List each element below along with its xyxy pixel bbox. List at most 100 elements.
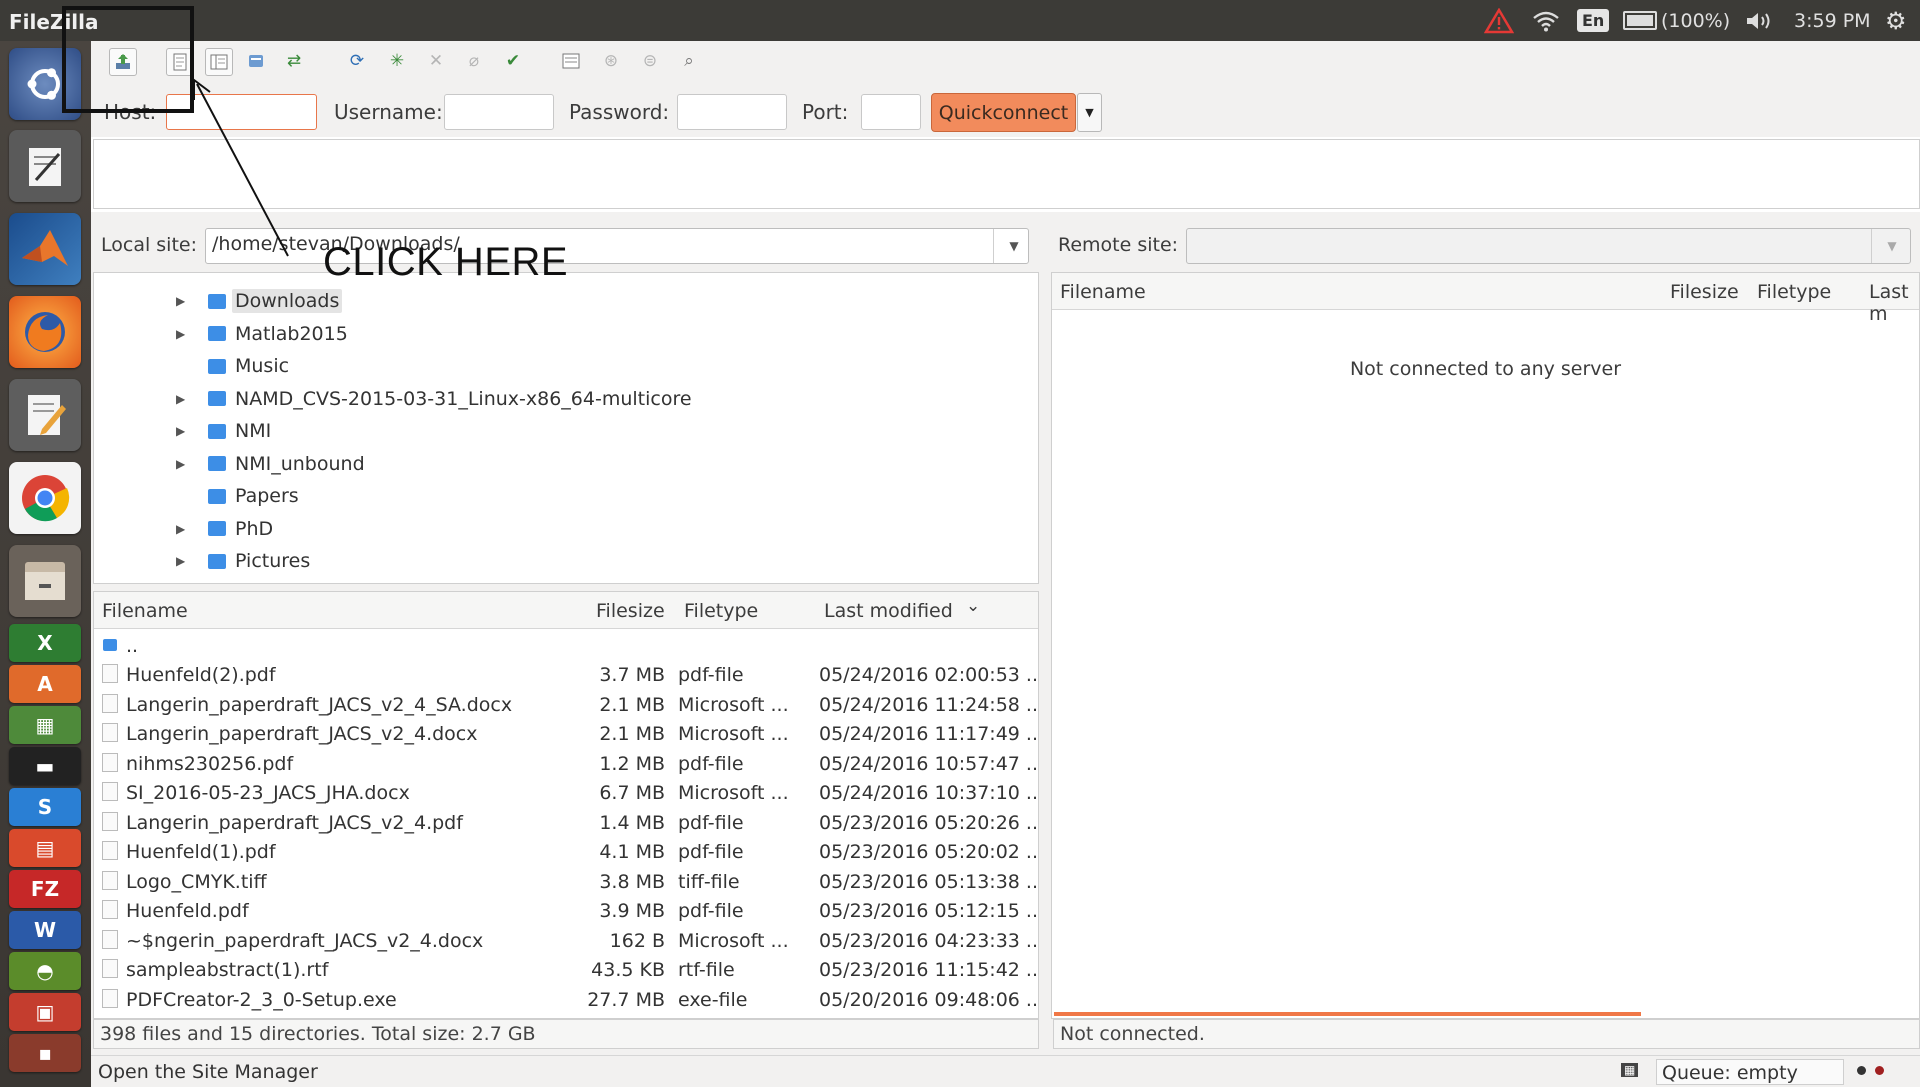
file-type: Microsoft ...: [678, 693, 789, 716]
column-filesize[interactable]: Filesize: [596, 600, 665, 622]
file-type: exe-file: [678, 988, 748, 1011]
speed-limit-icon[interactable]: ▦: [1621, 1063, 1639, 1077]
firefox-icon[interactable]: [9, 296, 81, 368]
disconnect-icon[interactable]: ⌀: [461, 48, 487, 74]
username-input[interactable]: [444, 94, 554, 130]
warning-icon[interactable]: [1484, 0, 1514, 41]
clock[interactable]: 3:59 PM: [1794, 0, 1871, 41]
remote-tree-toggle-icon[interactable]: [243, 48, 269, 74]
wifi-icon[interactable]: [1532, 0, 1560, 41]
file-icon: [102, 723, 118, 742]
process-queue-icon[interactable]: ✳: [384, 48, 410, 74]
file-row[interactable]: Langerin_paperdraft_JACS_v2_4.pdf 1.4 MB p…: [94, 809, 1038, 838]
word-icon[interactable]: W: [9, 911, 81, 949]
volume-icon[interactable]: [1745, 0, 1775, 41]
file-name: SI_2016-05-23_JACS_JHA.docx: [126, 782, 410, 804]
local-file-list[interactable]: Filename Filesize Filetype Last modified…: [93, 591, 1039, 1019]
expand-arrow-icon[interactable]: ▶: [176, 522, 185, 536]
sync-browsing-icon[interactable]: ⊛: [598, 48, 624, 74]
file-row[interactable]: Huenfeld.pdf 3.9 MB pdf-file 05/23/2016 05:…: [94, 897, 1038, 926]
transfer-queue-toggle-icon[interactable]: ⇄: [281, 48, 307, 74]
column-filename[interactable]: Filename: [102, 600, 188, 622]
column-last-modified[interactable]: Last modified: [824, 600, 953, 622]
file-row[interactable]: Langerin_paperdraft_JACS_v2_4_SA.docx 2.1…: [94, 691, 1038, 720]
file-row[interactable]: Huenfeld(1).pdf 4.1 MB pdf-file 05/23/2016 …: [94, 838, 1038, 867]
column-filename[interactable]: Filename: [1060, 281, 1146, 303]
gedit-icon[interactable]: [9, 379, 81, 451]
parent-dir-row[interactable]: ..: [94, 632, 1038, 661]
battery-indicator[interactable]: (100%): [1623, 0, 1730, 41]
matlab-icon[interactable]: [9, 213, 81, 285]
quickconnect-history-dropdown[interactable]: ▼: [1077, 93, 1102, 132]
file-modified: 05/24/2016 11:24:58 ...: [819, 693, 1039, 716]
remote-path-dropdown[interactable]: ▼: [1871, 229, 1912, 263]
search-remote-icon[interactable]: ⌕: [676, 48, 702, 74]
quickconnect-button[interactable]: Quickconnect: [931, 93, 1076, 132]
file-type: pdf-file: [678, 900, 744, 922]
refresh-icon[interactable]: ⟳: [344, 48, 370, 74]
excel-icon[interactable]: X: [9, 624, 81, 662]
file-row[interactable]: SI_2016-05-23_JACS_JHA.docx 6.7 MB Microso…: [94, 779, 1038, 808]
chrome-icon[interactable]: [9, 462, 81, 534]
file-icon: [102, 959, 118, 978]
text-editor-icon[interactable]: [9, 130, 81, 202]
impress-icon[interactable]: ▣: [9, 993, 81, 1031]
folder-icon: [208, 423, 226, 439]
software-center-icon[interactable]: A: [9, 665, 81, 703]
column-last-modified[interactable]: Last m: [1869, 281, 1919, 325]
expand-arrow-icon[interactable]: ▶: [176, 392, 185, 406]
folder-icon: [208, 553, 226, 569]
file-row[interactable]: ~$ngerin_paperdraft_JACS_v2_4.docx 162 B M…: [94, 927, 1038, 956]
filezilla-icon[interactable]: FZ: [9, 870, 81, 908]
file-row[interactable]: sampleabstract(1).rtf 43.5 KB rtf-file 05/2…: [94, 956, 1038, 985]
launcher-overflow-icon[interactable]: ▪: [9, 1034, 81, 1072]
reconnect-icon[interactable]: ✔: [500, 48, 526, 74]
file-type: Microsoft ...: [678, 782, 789, 804]
column-filetype[interactable]: Filetype: [684, 600, 758, 622]
message-log[interactable]: [93, 139, 1920, 209]
remote-path-input[interactable]: [1186, 228, 1911, 264]
file-row[interactable]: PDFCreator-2_3_0-Setup.exe 27.7 MB exe-fil…: [94, 986, 1038, 1015]
local-path-dropdown[interactable]: ▼: [993, 229, 1034, 263]
remote-file-list[interactable]: Filename Filesize Filetype Last m Not co…: [1051, 272, 1920, 1019]
folder-icon: [208, 293, 226, 309]
geogebra-icon[interactable]: ◓: [9, 952, 81, 990]
folder-icon: [208, 391, 226, 406]
directory-listing-filters-icon[interactable]: [558, 48, 584, 74]
file-row[interactable]: nihms230256.pdf 1.2 MB pdf-file 05/24/2016 …: [94, 750, 1038, 779]
password-label: Password:: [569, 100, 670, 124]
file-name: Huenfeld(1).pdf: [126, 841, 276, 863]
file-row[interactable]: Logo_CMYK.tiff 3.8 MB tiff-file 05/23/2016 …: [94, 868, 1038, 897]
file-row[interactable]: Huenfeld(2).pdf 3.7 MB pdf-file 05/24/2016 …: [94, 661, 1038, 690]
tree-item-label: NAMD_CVS-2015-03-31_Linux-x86_64-multico…: [235, 387, 692, 410]
terminal-icon[interactable]: ▬: [9, 747, 81, 785]
expand-arrow-icon[interactable]: ▶: [176, 327, 185, 341]
local-directory-tree[interactable]: ▶ Downloads ▶ Matlab2015 Music ▶ NAMD_CVS-2015…: [93, 272, 1039, 584]
skype-icon[interactable]: S: [9, 788, 81, 826]
expand-arrow-icon[interactable]: ▶: [176, 294, 185, 308]
monitor-icon[interactable]: ▦: [9, 706, 81, 744]
local-tree-toggle-icon[interactable]: [205, 48, 233, 76]
file-icon: [102, 900, 118, 919]
file-size: 1.2 MB: [599, 752, 665, 775]
queue-status[interactable]: Queue: empty: [1656, 1059, 1844, 1085]
expand-arrow-icon[interactable]: ▶: [176, 554, 185, 568]
cancel-operation-icon[interactable]: ✕: [423, 48, 449, 74]
gear-icon[interactable]: ⚙: [1885, 0, 1907, 41]
file-row[interactable]: Langerin_paperdraft_JACS_v2_4.docx 2.1 MB…: [94, 720, 1038, 749]
directory-comparison-icon[interactable]: ⊜: [637, 48, 663, 74]
expand-arrow-icon[interactable]: ▶: [176, 457, 185, 471]
annotation-label: CLICK HERE: [323, 240, 569, 284]
tree-item-label: NMI: [235, 420, 272, 442]
files-icon[interactable]: [9, 545, 81, 617]
scanner-icon[interactable]: ▤: [9, 829, 81, 867]
file-icon: [102, 929, 118, 949]
column-filesize[interactable]: Filesize: [1670, 281, 1739, 303]
battery-icon: [1623, 11, 1657, 30]
expand-arrow-icon[interactable]: ▶: [176, 424, 185, 438]
keyboard-layout-indicator[interactable]: En: [1577, 0, 1610, 41]
port-input[interactable]: [861, 94, 921, 130]
column-filetype[interactable]: Filetype: [1757, 281, 1831, 303]
file-type: pdf-file: [678, 841, 744, 863]
password-input[interactable]: [677, 94, 787, 130]
